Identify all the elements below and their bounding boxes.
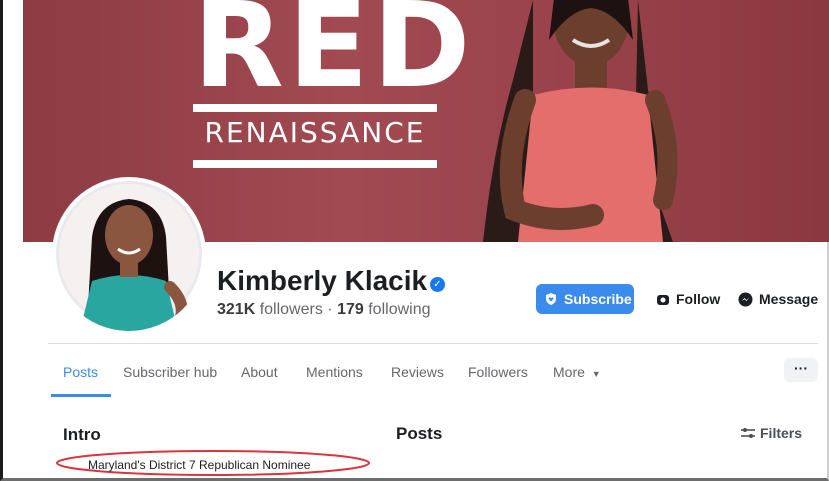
message-label: Message [759, 291, 819, 307]
profile-avatar[interactable] [52, 177, 206, 331]
header-divider [48, 343, 818, 344]
followers-count[interactable]: 321K [217, 301, 255, 318]
intro-bio: Maryland's District 7 Republican Nominee [88, 458, 311, 472]
intro-heading: Intro [63, 425, 101, 444]
tab-reviews[interactable]: Reviews [391, 364, 444, 380]
check-badge-icon: ✓ [430, 277, 445, 292]
avatar-image [56, 181, 202, 331]
active-tab-indicator [51, 394, 111, 397]
tab-about[interactable]: About [241, 364, 278, 380]
tab-mentions[interactable]: Mentions [306, 364, 363, 380]
cover-rule-bottom [193, 160, 437, 168]
tab-posts[interactable]: Posts [63, 364, 98, 380]
sliders-icon [740, 427, 756, 439]
subscribe-label: Subscribe [564, 291, 632, 307]
stats-separator: · [327, 301, 333, 318]
following-label[interactable]: following [368, 301, 430, 318]
tab-subscriber-hub[interactable]: Subscriber hub [123, 364, 217, 380]
follow-stats: 321K followers · 179 following [217, 301, 431, 319]
tab-followers[interactable]: Followers [468, 364, 528, 380]
profile-tabs: Posts Subscriber hub About Mentions Revi… [48, 356, 748, 396]
shield-heart-icon [544, 292, 558, 306]
posts-heading: Posts [396, 424, 443, 443]
tab-more-label: More [553, 364, 585, 380]
followers-label[interactable]: followers [260, 301, 323, 318]
cover-subtitle: RENAISSANCE [204, 116, 426, 149]
profile-name: Kimberly Klacik [217, 265, 428, 296]
following-count[interactable]: 179 [337, 301, 364, 318]
tab-more[interactable]: More ▼ [553, 364, 601, 380]
messenger-icon [738, 292, 753, 307]
follow-icon [656, 292, 670, 306]
subscribe-button[interactable]: Subscribe [536, 284, 634, 314]
more-options-button[interactable]: ··· [784, 358, 818, 382]
filters-button[interactable]: Filters [740, 425, 802, 441]
cover-title: RED [193, 0, 475, 114]
follow-button[interactable]: Follow [648, 284, 724, 314]
cover-rule-top [193, 104, 437, 112]
follow-label: Follow [676, 291, 721, 307]
filters-label: Filters [760, 425, 803, 441]
cover-person-image [483, 0, 678, 242]
message-button[interactable]: Message [734, 284, 820, 314]
chevron-down-icon: ▼ [591, 369, 601, 379]
